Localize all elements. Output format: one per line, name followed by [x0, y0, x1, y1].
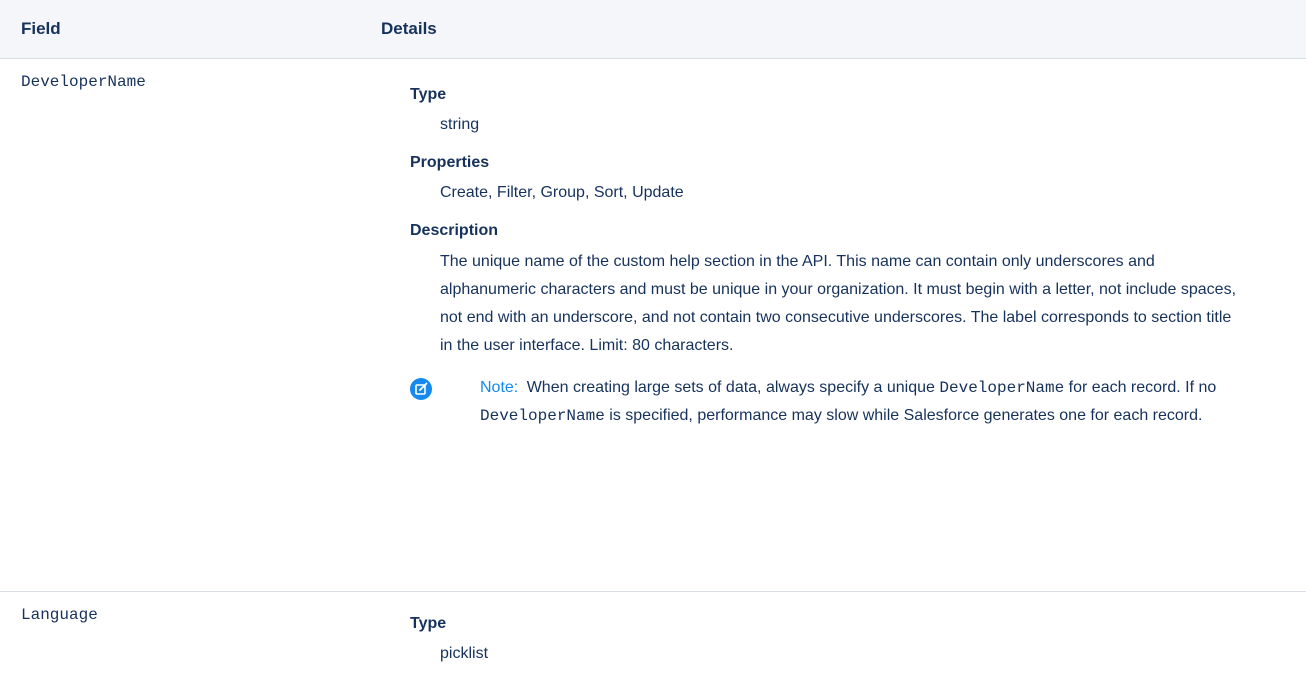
type-value: string: [440, 116, 480, 133]
type-label: Type: [410, 86, 447, 103]
table-row: Language Type picklist: [0, 592, 1306, 700]
note-callout: Note: When creating large sets of data, …: [410, 374, 1236, 430]
description-value: The unique name of the custom help secti…: [440, 253, 1237, 354]
note-text: is specified, performance may slow while…: [609, 407, 1203, 424]
note-code: DeveloperName: [480, 407, 605, 425]
type-label: Type: [410, 615, 447, 632]
column-header-details: Details: [381, 19, 437, 38]
type-value: picklist: [440, 645, 489, 662]
description-label: Description: [410, 222, 499, 239]
note-code: DeveloperName: [939, 379, 1065, 397]
edit-note-icon: [410, 378, 432, 400]
note-text: When creating large sets of data, always…: [526, 379, 935, 396]
field-details: Type string Properties Create, Filter, G…: [410, 84, 1236, 430]
field-name: Language: [21, 606, 98, 624]
note-label: Note:: [480, 379, 519, 396]
table-header: Field Details: [0, 0, 1306, 59]
column-header-field: Field: [21, 19, 61, 38]
properties-label: Properties: [410, 154, 490, 171]
table-row: DeveloperName Type string Properties Cre…: [0, 59, 1306, 592]
field-name: DeveloperName: [21, 73, 146, 91]
field-table: Field Details DeveloperName Type string …: [0, 0, 1306, 700]
note-text: for each record. If no: [1068, 379, 1217, 396]
properties-value: Create, Filter, Group, Sort, Update: [440, 184, 684, 201]
field-details: Type picklist: [410, 613, 1236, 667]
